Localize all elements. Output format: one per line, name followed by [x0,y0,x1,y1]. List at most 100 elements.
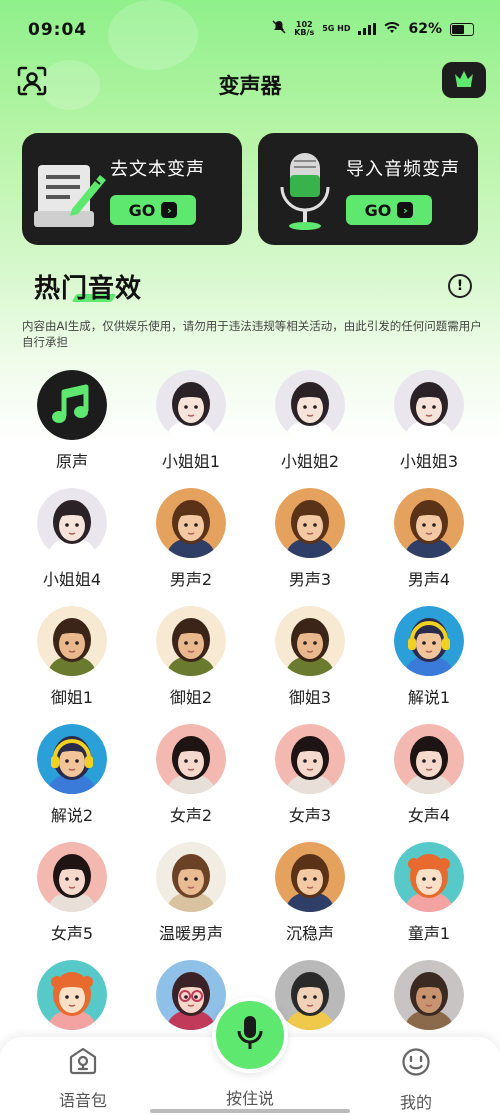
section-title: 热门音效 [34,268,142,305]
crown-icon [452,68,476,92]
go-button[interactable]: GO › [110,195,196,225]
voice-label: 小姐姐1 [161,452,221,471]
voice-avatar [394,842,464,912]
wifi-icon [384,21,400,38]
voice-label: 御姐3 [288,688,332,707]
card-label: 导入音频变声 [346,159,460,180]
card-label: 去文本变声 [110,159,205,180]
network-speed: 102 KB/s [294,21,314,37]
voice-effect-item[interactable]: 御姐1 [22,606,122,724]
voice-effect-item[interactable]: 温暖男声 [141,842,241,960]
voice-avatar [156,488,226,558]
tab-label: 我的 [399,1093,432,1112]
voice-effect-item[interactable]: 原声 [22,370,122,488]
voice-effect-item[interactable]: 女声5 [22,842,122,960]
microphone-stand-icon [268,151,344,231]
voice-label: 解说1 [407,688,451,707]
voice-effect-item[interactable]: 女声4 [379,724,479,842]
voice-avatar [275,724,345,794]
hold-to-talk-label: 按住说 [225,1089,274,1108]
voice-effect-item[interactable]: 小姐姐3 [379,370,479,488]
vip-button[interactable] [442,62,486,98]
tab-label: 语音包 [58,1091,107,1110]
voice-label: 御姐2 [169,688,213,707]
voice-label: 沉稳声 [285,924,334,943]
status-bar: 09:04 102 KB/s 5G HD 62% [0,0,500,60]
voice-avatar [156,724,226,794]
voice-effect-item[interactable]: 女声3 [260,724,360,842]
go-label: GO [364,200,392,220]
voice-effect-item[interactable]: 解说1 [379,606,479,724]
chevron-right-icon: › [161,202,178,218]
go-button[interactable]: GO › [346,195,432,225]
voice-label: 原声 [55,452,88,471]
voice-label: 女声4 [407,806,451,825]
voice-label: 小姐姐4 [42,570,102,589]
voice-effect-item[interactable]: 解说2 [22,724,122,842]
battery-icon [450,22,474,36]
voice-avatar [275,370,345,440]
tab-mine[interactable]: 我的 [376,1047,456,1113]
voice-label: 男声4 [407,570,451,589]
voice-avatar [394,370,464,440]
smiley-icon [401,1047,431,1081]
voice-avatar [394,960,464,1030]
go-label: GO [128,200,156,220]
voice-effect-item[interactable]: 男声4 [379,488,479,606]
voice-avatar [37,960,107,1030]
voice-avatar [37,724,107,794]
voice-effects-grid: 原声 小姐姐1 小姐姐2 小姐姐3 小姐姐4 男声2 男声3 男声4 御姐1 御姐2 御姐3 解说1 解… [22,370,482,1078]
voice-label: 小姐姐3 [399,452,459,471]
voice-label: 温暖男声 [158,924,223,943]
battery-percent: 62% [408,21,442,37]
info-icon[interactable]: ! [448,274,472,298]
voice-label: 童声1 [407,924,451,943]
disclaimer-text: 内容由AI生成，仅供娱乐使用，请勿用于违法违规等相关活动，由此引发的任何问题需用… [22,319,482,349]
voice-avatar [275,606,345,676]
voice-avatar [156,842,226,912]
voice-label: 女声2 [169,806,213,825]
mute-icon [272,20,286,38]
status-icons: 102 KB/s 5G HD 62% [272,20,474,38]
voice-avatar [37,842,107,912]
chevron-right-icon: › [397,202,414,218]
voice-avatar [275,842,345,912]
voice-avatar [394,606,464,676]
page-title: 变声器 [218,74,282,98]
signal-icon [358,23,377,35]
voice-effect-item[interactable]: 小姐姐2 [260,370,360,488]
voice-avatar [275,960,345,1030]
text-to-voice-card[interactable]: 去文本变声 GO › [22,133,242,245]
voice-avatar [275,488,345,558]
voice-label: 御姐1 [50,688,94,707]
status-time: 09:04 [28,20,88,40]
voice-avatar [37,488,107,558]
hold-to-talk-button[interactable] [212,997,288,1073]
voice-effect-item[interactable]: 小姐姐1 [141,370,241,488]
voice-effect-item[interactable]: 童声1 [379,842,479,960]
voice-avatar [394,488,464,558]
network-type: 5G HD [322,24,351,33]
voice-effect-item[interactable]: 小姐姐4 [22,488,122,606]
voice-avatar [156,606,226,676]
voice-effect-item[interactable]: 女声2 [141,724,241,842]
voice-label: 男声2 [169,570,213,589]
home-indicator [150,1109,350,1113]
voice-label: 小姐姐2 [280,452,340,471]
voice-label: 男声3 [288,570,332,589]
voice-effect-item[interactable]: 御姐3 [260,606,360,724]
voice-label: 女声3 [288,806,332,825]
import-audio-card[interactable]: 导入音频变声 GO › [258,133,478,245]
microphone-icon [236,1015,264,1055]
tab-voice-pack[interactable]: 语音包 [43,1047,123,1111]
music-note-icon [37,370,107,440]
speed-unit: KB/s [294,28,315,37]
voice-effect-item[interactable]: 男声2 [141,488,241,606]
voice-effect-item[interactable]: 沉稳声 [260,842,360,960]
voice-effect-item[interactable]: 男声3 [260,488,360,606]
document-pen-icon [32,151,108,231]
voice-effect-item[interactable]: 御姐2 [141,606,241,724]
voice-pack-icon [68,1047,98,1079]
voice-avatar [394,724,464,794]
voice-label: 解说2 [50,806,94,825]
